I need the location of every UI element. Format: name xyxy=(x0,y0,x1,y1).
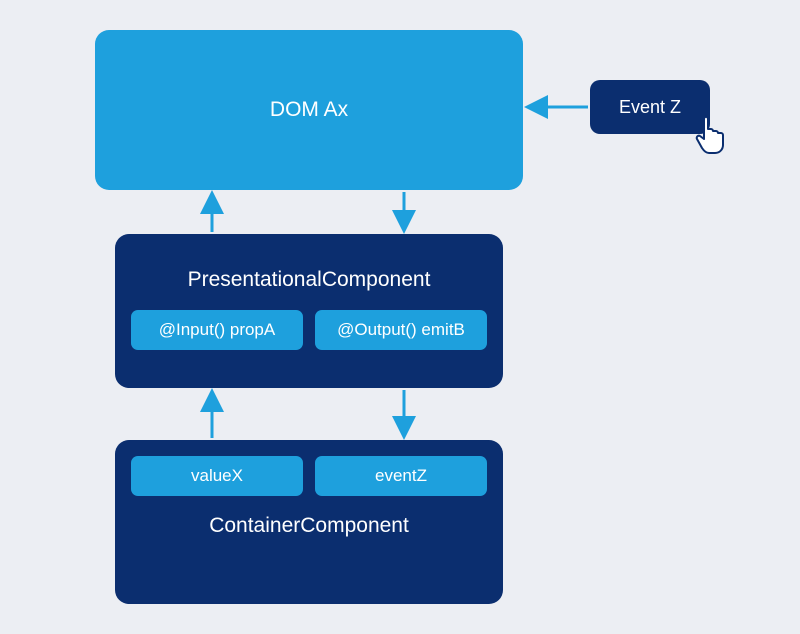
input-pill: @Input() propA xyxy=(131,310,303,350)
container-pill-row: valueX eventZ xyxy=(115,456,503,496)
container-title: ContainerComponent xyxy=(209,514,409,538)
presentational-title: PresentationalComponent xyxy=(188,268,431,292)
dom-box: DOM Ax xyxy=(95,30,523,190)
presentational-pill-row: @Input() propA @Output() emitB xyxy=(115,310,503,350)
event-pill: eventZ xyxy=(315,456,487,496)
presentational-component-box: PresentationalComponent @Input() propA @… xyxy=(115,234,503,388)
event-label: Event Z xyxy=(619,97,681,118)
event-box: Event Z xyxy=(590,80,710,134)
value-pill: valueX xyxy=(131,456,303,496)
container-component-box: valueX eventZ ContainerComponent xyxy=(115,440,503,604)
dom-label: DOM Ax xyxy=(270,98,348,122)
pointer-cursor-icon xyxy=(694,113,730,157)
output-pill: @Output() emitB xyxy=(315,310,487,350)
